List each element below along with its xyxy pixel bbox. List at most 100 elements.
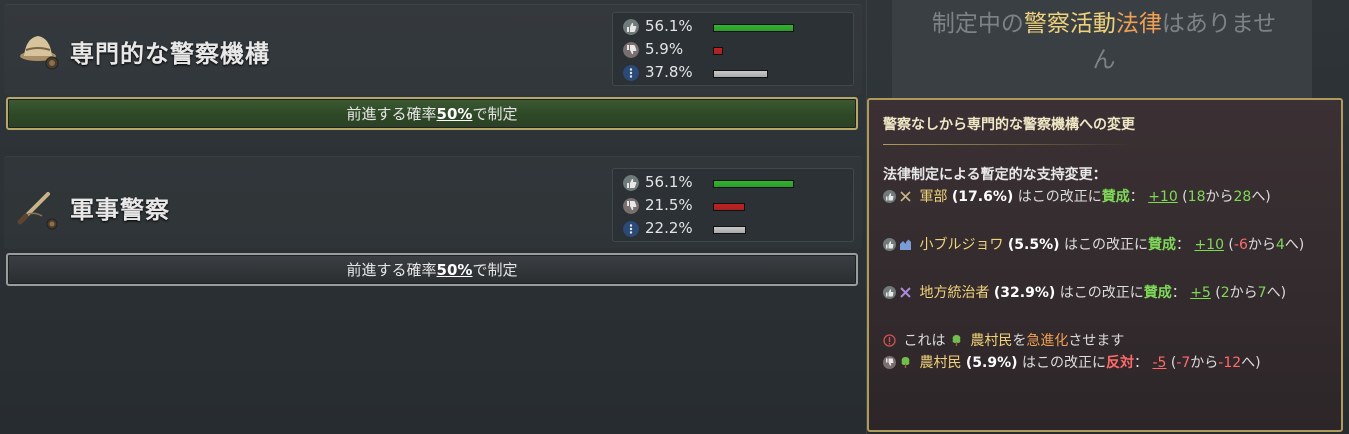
support-stats-box: 56.1% 21.5% 22.2% <box>612 168 854 242</box>
oppose-bar <box>713 203 745 211</box>
interest-group-line-petite-bourgeoisie: 小ブルジョワ (5.5%) はこの改正に賛成： +10 (-6から4へ) <box>883 234 1304 254</box>
enact-button-military-police[interactable]: 前進する確率 50% で制定 <box>6 253 858 286</box>
interest-group-line-army: 軍部 (17.6%) はこの改正に賛成： +10 (18から28へ) <box>883 186 1271 206</box>
thumbs-down-icon <box>623 42 639 58</box>
interest-group-line-landowners: 地方統治者 (32.9%) はこの改正に賛成： +5 (2から7へ) <box>883 282 1286 302</box>
separator: ： <box>1171 285 1186 301</box>
no-law-text: はありませ <box>1161 11 1277 37</box>
radical-suffix: させます <box>1068 333 1125 349</box>
approval-from: 18 <box>1187 189 1206 205</box>
support-row-neutral: 22.2% <box>623 219 853 239</box>
end-suffix: へ) <box>1241 355 1261 371</box>
enact-button-suffix: で制定 <box>472 261 518 279</box>
thumbs-up-icon <box>883 286 896 299</box>
group-clout: (5.5%) <box>1007 237 1060 253</box>
support-bar <box>713 180 794 188</box>
no-law-message: 制定中の警察活動法律はありません <box>904 6 1304 78</box>
approval-from: -6 <box>1233 237 1248 253</box>
oppose-value: 5.9% <box>645 40 684 58</box>
group-text: はこの改正に <box>1063 237 1148 253</box>
approval-to: -12 <box>1218 355 1242 371</box>
radicalization-line: これは 農村民を急進化させます <box>883 330 1124 350</box>
radicalize-effect: 急進化 <box>1026 333 1069 349</box>
group-text: はこの改正に <box>1059 285 1144 301</box>
enact-button-prefix: 前進する確率 <box>346 261 437 279</box>
separator: ： <box>1129 189 1144 205</box>
radical-mid: を <box>1012 333 1027 349</box>
enact-button-professional-police[interactable]: 前進する確率 50% で制定 <box>6 97 858 130</box>
support-row-neutral: 37.8% <box>623 63 853 83</box>
approval-to: 7 <box>1257 285 1267 301</box>
enact-button-percent: 50% <box>436 104 473 123</box>
thumbs-up-icon <box>623 175 639 191</box>
tree-icon <box>901 357 910 368</box>
enact-button-prefix: 前進する確率 <box>346 105 437 123</box>
end-suffix: へ) <box>1266 285 1287 301</box>
from-suffix: から <box>1247 237 1276 253</box>
neutral-bar <box>713 70 768 78</box>
warning-icon <box>883 334 896 347</box>
interest-group-name[interactable]: 軍部 <box>919 189 947 205</box>
neutral-value: 22.2% <box>645 219 693 237</box>
tooltip-subtitle: 法律制定による暫定的な支持変更： <box>883 167 1107 183</box>
group-stance: 反対 <box>1105 355 1134 371</box>
interest-group-name[interactable]: 農村民 <box>919 355 961 371</box>
group-text: はこの改正に <box>1017 189 1102 205</box>
enact-button-suffix: で制定 <box>472 105 518 123</box>
enact-button-percent: 50% <box>436 260 473 279</box>
support-row-oppose: 21.5% <box>623 196 853 216</box>
support-value: 56.1% <box>645 17 693 35</box>
laws-panel: 専門的な警察機構 56.1% 5.9% 37.8% 前進する確率 50% で制定 軍… <box>0 0 867 434</box>
neutral-bar <box>713 226 746 234</box>
support-bar <box>713 24 794 32</box>
group-clout: (32.9%) <box>993 285 1056 301</box>
support-stats-box: 56.1% 5.9% 37.8% <box>612 12 854 86</box>
neutral-icon <box>623 65 639 81</box>
law-title: 軍事警察 <box>70 196 170 224</box>
tooltip-divider <box>883 144 1133 145</box>
from-suffix: から <box>1205 189 1234 205</box>
approval-delta: +5 <box>1190 285 1211 301</box>
thumbs-up-icon <box>883 238 896 251</box>
thumbs-down-icon <box>883 356 896 369</box>
support-row-approve: 56.1% <box>623 17 853 37</box>
group-stance: 賛成 <box>1101 189 1130 205</box>
radical-prefix: これは <box>903 333 946 349</box>
thumbs-up-icon <box>623 19 639 35</box>
end-suffix: へ) <box>1251 189 1271 205</box>
tooltip-title: 警察なしから専門的な警察機構への変更 <box>883 117 1135 133</box>
group-clout: (17.6%) <box>951 189 1014 205</box>
law-title: 専門的な警察機構 <box>70 40 270 68</box>
tree-icon <box>952 335 961 346</box>
law-group-link[interactable]: 警察活動 <box>1024 11 1116 37</box>
from-suffix: から <box>1190 355 1219 371</box>
from-suffix: から <box>1229 285 1258 301</box>
oppose-value: 21.5% <box>645 196 693 214</box>
townhouse-icon <box>900 239 911 250</box>
law-link[interactable]: 法律 <box>1116 11 1162 37</box>
support-value: 56.1% <box>645 173 693 191</box>
law-change-tooltip: 警察なしから専門的な警察機構への変更 法律制定による暫定的な支持変更： 軍部 (… <box>867 98 1343 432</box>
approval-to: 28 <box>1233 189 1252 205</box>
interest-group-name[interactable]: 農村民 <box>970 333 1012 349</box>
crossed-scepters-icon <box>900 287 911 298</box>
interest-group-name[interactable]: 小ブルジョワ <box>919 237 1003 253</box>
approval-from: 2 <box>1220 285 1230 301</box>
end-suffix: へ) <box>1284 237 1305 253</box>
approval-delta: +10 <box>1148 189 1178 205</box>
oppose-bar <box>713 47 723 55</box>
no-law-text: ん <box>1092 47 1116 73</box>
interest-group-name[interactable]: 地方統治者 <box>919 285 989 301</box>
interest-group-line-rural-folk: 農村民 (5.9%) はこの改正に反対： -5 (-7から-12へ) <box>883 352 1261 372</box>
no-law-text: 制定中の <box>931 11 1024 37</box>
approval-delta: -5 <box>1152 355 1167 371</box>
group-text: はこの改正に <box>1021 355 1106 371</box>
support-row-approve: 56.1% <box>623 173 853 193</box>
approval-to: 4 <box>1275 237 1285 253</box>
group-clout: (5.9%) <box>965 355 1018 371</box>
neutral-value: 37.8% <box>645 63 693 81</box>
group-stance: 賛成 <box>1143 285 1172 301</box>
crossed-swords-icon <box>900 191 911 202</box>
thumbs-up-icon <box>883 190 896 203</box>
pith-helmet-icon <box>20 36 59 70</box>
